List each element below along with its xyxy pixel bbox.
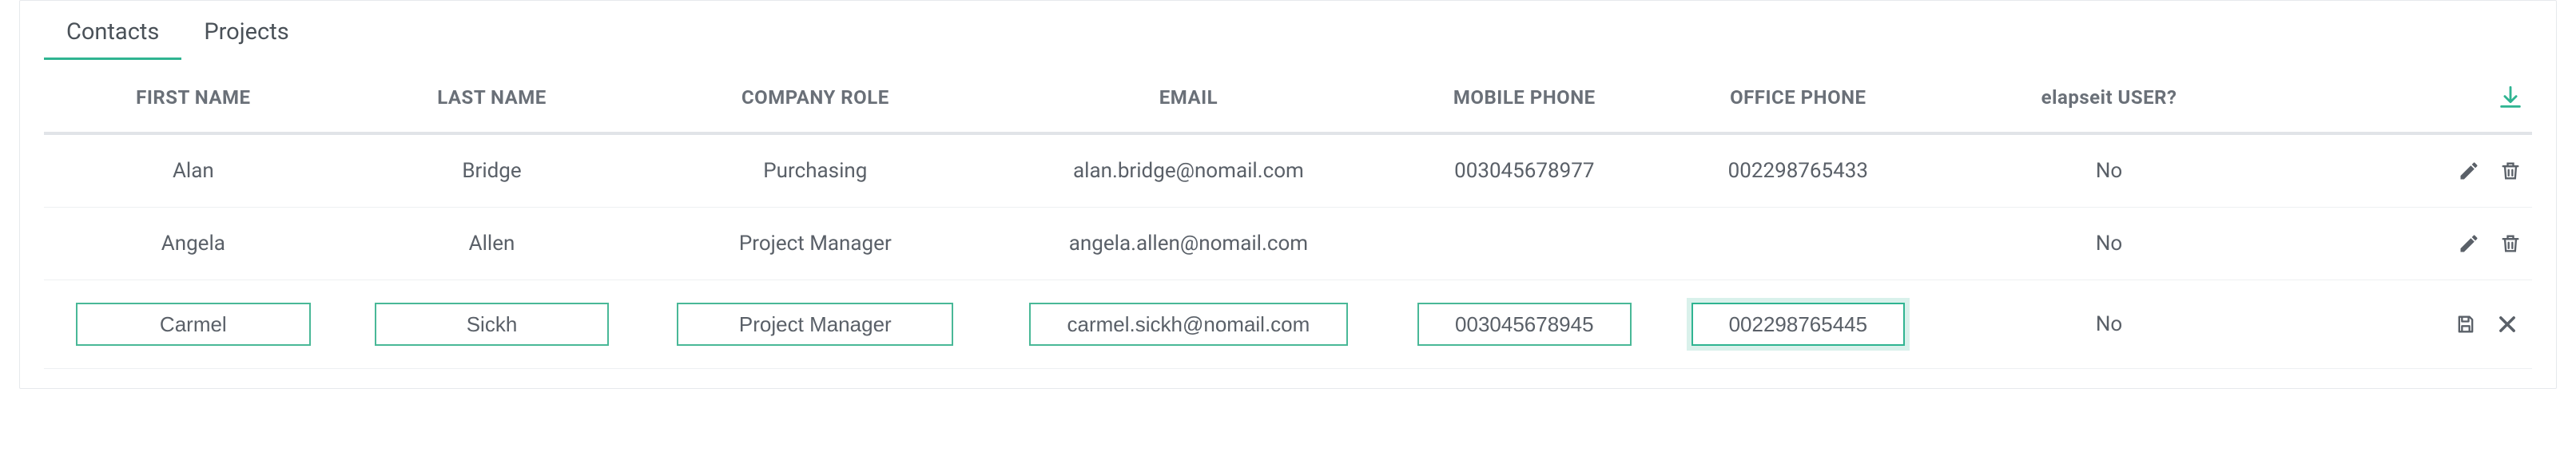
- edit-button[interactable]: [2454, 156, 2484, 186]
- cell-actions: [2284, 280, 2532, 369]
- delete-button[interactable]: [2495, 156, 2526, 186]
- col-office-phone[interactable]: OFFICE PHONE: [1661, 60, 1935, 133]
- close-icon: [2496, 313, 2518, 335]
- cell-last-name: Bridge: [343, 133, 642, 208]
- cell-first-name: Angela: [44, 208, 343, 280]
- cell-company-role: Purchasing: [641, 133, 989, 208]
- cell-elapseit-user: No: [1935, 208, 2284, 280]
- col-first-name[interactable]: FIRST NAME: [44, 60, 343, 133]
- contacts-card: Contacts Projects FIRST NAME LAST NAME C…: [19, 0, 2557, 389]
- company-role-input[interactable]: [677, 303, 953, 346]
- cell-first-name: Alan: [44, 133, 343, 208]
- save-icon: [2455, 313, 2477, 335]
- cell-elapseit-user: No: [1935, 133, 2284, 208]
- first-name-input[interactable]: [76, 303, 311, 346]
- cell-actions: [2284, 208, 2532, 280]
- col-elapseit-user[interactable]: elapseit USER?: [1935, 60, 2284, 133]
- cell-company-role: Project Manager: [641, 208, 989, 280]
- tab-contacts[interactable]: Contacts: [44, 7, 181, 60]
- col-company-role[interactable]: COMPANY ROLE: [641, 60, 989, 133]
- table-row: Alan Bridge Purchasing alan.bridge@nomai…: [44, 133, 2532, 208]
- download-button[interactable]: [2495, 82, 2526, 113]
- pencil-icon: [2458, 160, 2480, 182]
- mobile-phone-input[interactable]: [1417, 303, 1632, 346]
- cell-mobile-phone: [1388, 280, 1662, 369]
- cell-actions: [2284, 133, 2532, 208]
- col-last-name[interactable]: LAST NAME: [343, 60, 642, 133]
- edit-button[interactable]: [2454, 228, 2484, 259]
- trash-icon: [2499, 160, 2522, 182]
- last-name-input[interactable]: [375, 303, 610, 346]
- cell-mobile-phone: [1388, 208, 1662, 280]
- cancel-button[interactable]: [2492, 309, 2522, 339]
- email-input[interactable]: [1029, 303, 1347, 346]
- cell-mobile-phone: 003045678977: [1388, 133, 1662, 208]
- col-actions: [2284, 60, 2532, 133]
- cell-elapseit-user: No: [1935, 280, 2284, 369]
- cell-company-role: [641, 280, 989, 369]
- contacts-table: FIRST NAME LAST NAME COMPANY ROLE EMAIL …: [44, 60, 2532, 369]
- cell-office-phone: 002298765433: [1661, 133, 1935, 208]
- office-phone-input[interactable]: [1691, 303, 1906, 346]
- pencil-icon: [2458, 232, 2480, 255]
- cell-last-name: Allen: [343, 208, 642, 280]
- cell-last-name: [343, 280, 642, 369]
- table-row-editing: No: [44, 280, 2532, 369]
- save-button[interactable]: [2451, 309, 2481, 339]
- col-email[interactable]: EMAIL: [989, 60, 1387, 133]
- download-icon: [2497, 84, 2524, 111]
- trash-icon: [2499, 232, 2522, 255]
- cell-email: [989, 280, 1387, 369]
- tabs: Contacts Projects: [20, 1, 2556, 60]
- table-row: Angela Allen Project Manager angela.alle…: [44, 208, 2532, 280]
- cell-first-name: [44, 280, 343, 369]
- delete-button[interactable]: [2495, 228, 2526, 259]
- tab-projects[interactable]: Projects: [181, 7, 311, 60]
- table-header-row: FIRST NAME LAST NAME COMPANY ROLE EMAIL …: [44, 60, 2532, 133]
- cell-email: angela.allen@nomail.com: [989, 208, 1387, 280]
- col-mobile-phone[interactable]: MOBILE PHONE: [1388, 60, 1662, 133]
- cell-office-phone: [1661, 280, 1935, 369]
- cell-email: alan.bridge@nomail.com: [989, 133, 1387, 208]
- cell-office-phone: [1661, 208, 1935, 280]
